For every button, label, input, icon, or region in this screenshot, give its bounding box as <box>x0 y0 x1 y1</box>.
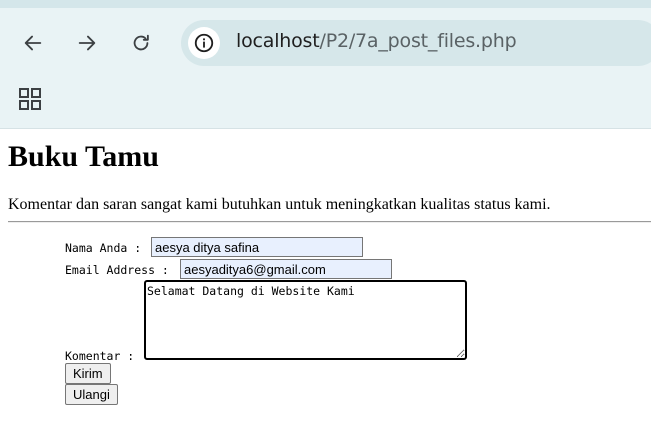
forward-button[interactable] <box>69 25 105 61</box>
page-title: Buku Tamu <box>8 140 159 173</box>
url-host: localhost <box>236 30 320 52</box>
page-description: Komentar dan saran sangat kami butuhkan … <box>8 196 551 213</box>
url-path: /P2/7a_post_files.php <box>319 30 517 52</box>
reload-icon <box>133 34 149 51</box>
name-label: Nama Anda : <box>65 241 142 255</box>
apps-button[interactable] <box>14 83 46 115</box>
comment-label: Komentar : <box>65 349 135 363</box>
forward-arrow-icon <box>78 35 96 51</box>
comment-textarea[interactable]: Selamat Datang di Website Kami <box>144 280 467 360</box>
tab-strip <box>0 0 651 8</box>
apps-grid-icon <box>19 88 41 110</box>
reset-button[interactable]: Ulangi <box>65 384 118 405</box>
email-input[interactable] <box>180 259 392 279</box>
site-info-icon[interactable] <box>188 27 220 59</box>
submit-button[interactable]: Kirim <box>65 363 111 384</box>
address-bar[interactable]: localhost/P2/7a_post_files.php <box>181 20 651 66</box>
back-arrow-icon <box>24 35 42 51</box>
back-button[interactable] <box>15 25 51 61</box>
name-input[interactable] <box>151 237 363 257</box>
email-label: Email Address : <box>65 263 169 277</box>
divider <box>8 221 651 223</box>
url-text[interactable]: localhost/P2/7a_post_files.php <box>236 30 517 52</box>
browser-chrome: localhost/P2/7a_post_files.php <box>0 0 651 129</box>
reload-button[interactable] <box>123 25 159 61</box>
